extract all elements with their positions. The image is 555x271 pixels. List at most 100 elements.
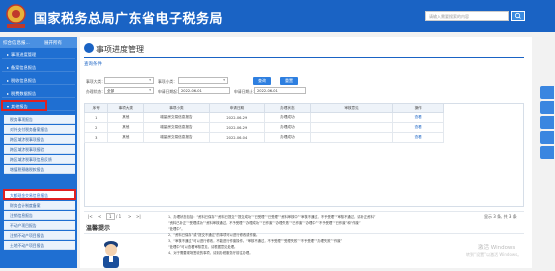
tip-line: 4、对于需要现场签收的事项，请到办税服务厅前往办理。 xyxy=(168,251,253,255)
highlight-box xyxy=(3,189,76,200)
page-title: 事项进度管理 xyxy=(96,45,144,54)
apply-date-start-input[interactable]: 2022-06-01 xyxy=(178,87,230,94)
sidebar-item-tax-data[interactable]: ▸ 税费数据报告 xyxy=(2,89,75,98)
column-header: 序号 xyxy=(83,103,109,113)
item-category-label: 事项大类： xyxy=(86,79,105,84)
table-cell: 2022-06-29 xyxy=(208,112,266,123)
toolbar-button[interactable] xyxy=(540,86,554,99)
page-total: / 1 xyxy=(116,214,122,219)
sidebar-subitem[interactable]: 跨区域涉税事项报告 xyxy=(4,135,75,144)
table-cell xyxy=(309,122,394,133)
table-cell: 2 xyxy=(83,122,109,133)
next-page-button[interactable]: > xyxy=(128,214,131,219)
site-title: 国家税务总局广东省电子税务局 xyxy=(34,12,224,27)
chevron-down-icon: ▾ xyxy=(149,88,151,92)
tax-officer-avatar-icon xyxy=(103,241,119,268)
table-cell: 其他 xyxy=(107,112,145,123)
result-table: 序号 事项大类 事项小类 申请日期 办理状态 审核意见 操作 1 其他 增量房交… xyxy=(83,103,444,143)
column-header: 申请日期 xyxy=(208,103,266,113)
tip-line: “资料已补正”“受理成功”“资料审核通过，不予受理”“办理成功”“已作废”“办理… xyxy=(168,221,361,225)
chevron-icon: ▸ xyxy=(7,65,10,70)
sidebar-subitem[interactable]: 增值税预缴税款报告 xyxy=(4,165,75,174)
query-section-title: 查询条件 xyxy=(84,62,102,67)
column-header: 事项大类 xyxy=(107,103,145,113)
toolbar-button[interactable] xyxy=(540,146,554,159)
divider xyxy=(84,233,524,234)
column-header: 审核意见 xyxy=(309,103,394,113)
page-number-input[interactable]: 1 xyxy=(106,213,115,220)
prev-page-button[interactable]: < xyxy=(98,214,101,219)
item-subclass-select[interactable]: ▾ xyxy=(178,77,228,84)
sidebar-subitem[interactable]: 不动产项目报告 xyxy=(4,221,75,230)
sidebar-item-filing[interactable]: ▸ 备案信息报告 xyxy=(2,63,75,72)
table-cell: 其他 xyxy=(107,132,145,143)
toolbar-button[interactable] xyxy=(540,131,554,144)
table-cell: 2022-06-29 xyxy=(208,122,266,133)
handle-status-select[interactable]: 全部 ▾ xyxy=(104,87,154,94)
sidebar-subitem[interactable]: 注销不动产项目报告 xyxy=(4,231,75,240)
chevron-icon: ▸ xyxy=(7,52,10,57)
record-summary: 显示 3 条, 共 3 条 xyxy=(484,214,517,219)
sidebar-item-tax-info[interactable]: ▸ 税收信息报告 xyxy=(2,76,75,85)
table-row: 3 其他 增量房交易信息报告 2022-06-04 办理成功 查看 xyxy=(83,132,444,143)
apply-date-end-input[interactable]: 2022-06-01 xyxy=(254,87,306,94)
chevron-icon: ▸ xyxy=(7,91,10,96)
expand-all-button[interactable]: 展开所有 xyxy=(44,40,62,46)
tip-line: 2、“资料已保存”或“提交不通过”的事项可以进行修改或作废。 xyxy=(168,233,260,237)
tip-line: “处理中”。 xyxy=(168,227,185,231)
windows-watermark-sub: 转到“设置”以激活 Windows。 xyxy=(466,252,522,257)
chevron-icon: ▸ xyxy=(7,78,10,83)
table-cell: 1 xyxy=(83,112,109,123)
table-cell: 办理成功 xyxy=(264,122,311,133)
view-link[interactable]: 查看 xyxy=(392,112,444,123)
chevron-down-icon: ▾ xyxy=(149,78,151,82)
toolbar-button[interactable] xyxy=(540,101,554,114)
table-cell: 增量房交易信息报告 xyxy=(143,122,210,133)
tax-emblem-icon xyxy=(6,4,26,28)
search-icon xyxy=(514,12,521,19)
tip-line: 1、办理状态包括：“资料已保存”“资料已提交”“提交成功”“已受理”“已受理”“… xyxy=(168,215,376,219)
sidebar-header: 综合信息报... 展开所有 xyxy=(0,37,77,48)
header-bar: 国家税务总局广东省电子税务局 请输入需要搜索的内容 xyxy=(0,0,555,32)
table-cell xyxy=(309,132,394,143)
column-header: 操作 xyxy=(392,103,444,113)
sidebar-subitem[interactable]: 对外支付税务备案报告 xyxy=(4,125,75,134)
sidebar-subitem[interactable]: 跨区域涉税事项报验 xyxy=(4,145,75,154)
sidebar-subitem[interactable]: 土地不动产项目报告 xyxy=(4,241,75,250)
page-title-icon xyxy=(84,43,94,53)
table-cell: 3 xyxy=(83,132,109,143)
search-input[interactable]: 请输入需要搜索的内容 xyxy=(425,11,509,21)
table-cell: 办理成功 xyxy=(264,112,311,123)
item-subclass-label: 事项小类： xyxy=(158,79,177,84)
table-row: 2 其他 增量房交易信息报告 2022-06-29 办理成功 查看 xyxy=(83,122,444,133)
sidebar-subitem[interactable]: 注销信息报告 xyxy=(4,211,75,220)
tips-title: 温馨提示 xyxy=(86,225,111,232)
table-cell xyxy=(309,112,394,123)
toolbar-button[interactable] xyxy=(540,116,554,129)
table-cell: 办理成功 xyxy=(264,132,311,143)
sidebar-item-progress[interactable]: ▸ 事项进度管理 xyxy=(2,50,75,59)
main-panel: 事项进度管理 查询条件 事项大类： ▾ 事项小类： ▾ 查询 重置 办理状态： … xyxy=(80,37,532,268)
table-cell: 2022-06-04 xyxy=(208,132,266,143)
table-cell: 其他 xyxy=(107,122,145,133)
column-header: 事项小类 xyxy=(143,103,210,113)
query-button[interactable]: 查询 xyxy=(253,77,271,85)
view-link[interactable]: 查看 xyxy=(392,122,444,133)
reset-button[interactable]: 重置 xyxy=(280,77,298,85)
first-page-button[interactable]: |< xyxy=(88,214,93,219)
windows-watermark: 激活 Windows xyxy=(478,245,516,251)
sidebar-subitem[interactable]: 税务事项报告 xyxy=(4,115,75,124)
highlight-box xyxy=(1,100,47,111)
item-category-select[interactable]: ▾ xyxy=(104,77,154,84)
view-link[interactable]: 查看 xyxy=(392,132,444,143)
divider xyxy=(84,57,524,58)
tip-line: 3、“审核不通过”可以进行修改，不能进行作废操作。“审核不通过，不予受理”“受理… xyxy=(168,239,343,243)
sidebar: 综合信息报... 展开所有 ▸ 事项进度管理 ▸ 备案信息报告 ▸ 税收信息报告 ▸ 税… xyxy=(0,37,77,268)
search-button[interactable] xyxy=(511,11,525,21)
handle-status-label: 办理状态： xyxy=(86,89,105,94)
sidebar-subitem[interactable]: 跨区域涉税事项信息反馈 xyxy=(4,155,75,164)
sidebar-subitem[interactable]: 财务会计制度备案 xyxy=(4,201,75,210)
table-cell: 增量房交易信息报告 xyxy=(143,112,210,123)
last-page-button[interactable]: >| xyxy=(136,214,141,219)
sidebar-title: 综合信息报... xyxy=(3,41,30,46)
